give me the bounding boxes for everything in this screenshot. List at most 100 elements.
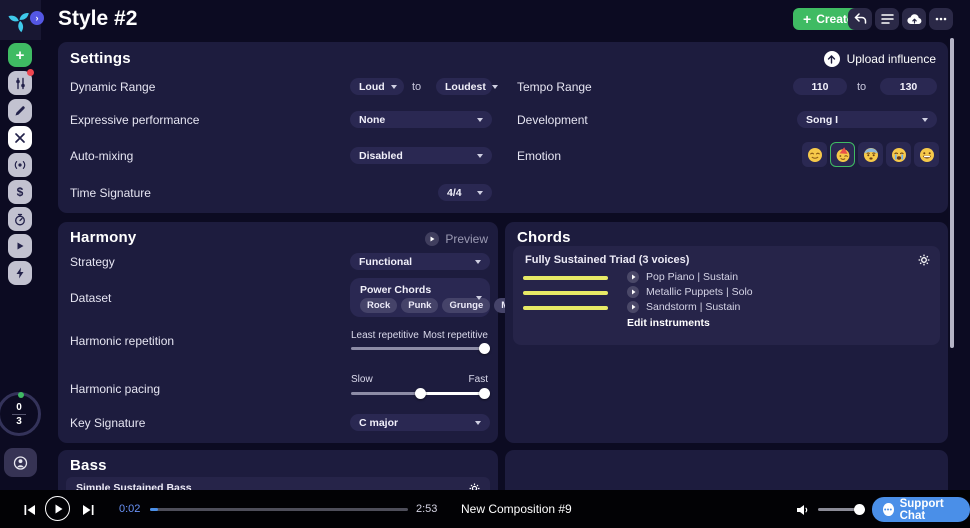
cloud-upload-icon <box>907 13 922 25</box>
previous-track-button[interactable] <box>24 503 36 521</box>
upload-button[interactable] <box>902 8 926 30</box>
profile-button[interactable] <box>4 448 37 477</box>
play-icon <box>55 504 63 514</box>
key-signature-label: Key Signature <box>70 416 145 430</box>
instrument-row: Pop Piano | Sustain <box>627 271 738 283</box>
time-signature-value: 4/4 <box>447 187 462 199</box>
volume-slider-handle[interactable] <box>854 504 865 515</box>
sidebar-item-pricing[interactable]: $ <box>8 180 32 204</box>
undo-button[interactable] <box>848 8 872 30</box>
seek-bar-progress <box>150 508 158 511</box>
harmony-preview-button[interactable]: Preview <box>425 232 488 246</box>
edit-instruments-link[interactable]: Edit instruments <box>627 317 710 329</box>
volume-button[interactable] <box>796 503 811 521</box>
dynamic-range-from-select[interactable]: Loud <box>350 78 404 95</box>
dataset-select[interactable]: Power Chords Rock Punk Grunge Metal <box>350 278 490 317</box>
support-chat-button[interactable]: Support Chat <box>872 497 970 522</box>
repetition-slider[interactable] <box>351 347 488 350</box>
emotion-option-grinning[interactable] <box>914 142 939 167</box>
dollar-icon: $ <box>17 186 24 198</box>
sidebar-item-create[interactable]: + <box>8 43 32 67</box>
volume-slider[interactable] <box>818 508 862 511</box>
emotion-option-anxious[interactable] <box>858 142 883 167</box>
instrument-name: Sandstorm | Sustain <box>646 301 740 313</box>
volume-icon <box>796 504 811 516</box>
play-button[interactable] <box>45 496 70 521</box>
instrument-play-icon[interactable] <box>627 286 639 298</box>
expressive-value: None <box>359 114 385 126</box>
tempo-range-label: Tempo Range <box>517 80 592 94</box>
development-select[interactable]: Song I <box>797 111 937 128</box>
time-signature-select[interactable]: 4/4 <box>438 184 492 201</box>
dataset-tag: Rock <box>360 298 397 313</box>
development-value: Song I <box>806 114 838 126</box>
preview-play-icon <box>425 232 439 246</box>
sidebar-item-quick-actions[interactable] <box>8 261 32 285</box>
expressive-select[interactable]: None <box>350 111 492 128</box>
emotion-option-crying[interactable] <box>886 142 911 167</box>
queue-button[interactable] <box>875 8 899 30</box>
seek-bar[interactable] <box>150 508 408 511</box>
credits-progress-ring: 0 3 <box>0 392 41 436</box>
chevron-down-icon <box>492 85 498 89</box>
flash-icon <box>15 267 25 279</box>
sidebar-item-styles[interactable] <box>8 126 32 150</box>
tempo-from-input[interactable]: 110 <box>793 78 847 95</box>
plus-icon: + <box>803 12 811 26</box>
skip-forward-icon <box>82 504 94 516</box>
sidebar-item-player[interactable] <box>8 234 32 258</box>
support-chat-label: Support Chat <box>900 498 959 522</box>
chevron-down-icon <box>477 154 483 158</box>
preview-label: Preview <box>445 232 488 246</box>
tempo-to-input[interactable]: 130 <box>880 78 937 95</box>
key-signature-select[interactable]: C major <box>350 414 490 431</box>
crying-face-emoji-icon <box>891 147 907 163</box>
relieved-face-emoji-icon <box>807 147 823 163</box>
pacing-slider-low-handle[interactable] <box>415 388 426 399</box>
sidebar: › + $ 0 3 <box>0 0 40 490</box>
scrollbar[interactable] <box>950 38 954 348</box>
repetition-slider-handle[interactable] <box>479 343 490 354</box>
repetition-max-label: Most repetitive <box>423 330 488 341</box>
anxious-face-emoji-icon <box>863 147 879 163</box>
chords-settings-button[interactable] <box>918 253 930 271</box>
chevron-down-icon <box>391 85 397 89</box>
list-icon <box>881 13 894 25</box>
auto-mixing-select[interactable]: Disabled <box>350 147 492 164</box>
tempo-to-word: to <box>857 81 866 93</box>
sidebar-item-edit[interactable] <box>8 99 32 123</box>
chevron-down-icon <box>477 191 483 195</box>
dataset-label: Dataset <box>70 291 111 305</box>
auto-mixing-value: Disabled <box>359 150 403 162</box>
sidebar-item-history[interactable] <box>8 207 32 231</box>
pacing-slider-high-handle[interactable] <box>479 388 490 399</box>
sidebar-item-broadcast[interactable] <box>8 153 32 177</box>
sidebar-item-compositions[interactable] <box>8 71 32 95</box>
sidebar-expand-button[interactable]: › <box>30 11 44 25</box>
dataset-tag: Grunge <box>442 298 490 313</box>
dynamic-range-to-select[interactable]: Loudest <box>436 78 492 95</box>
next-track-button[interactable] <box>82 503 94 521</box>
harmony-heading: Harmony <box>70 229 136 246</box>
credits-dot <box>18 392 24 398</box>
elapsed-time: 0:02 <box>119 503 140 515</box>
stopwatch-icon <box>14 213 26 226</box>
emotion-option-partying[interactable] <box>830 142 855 167</box>
development-label: Development <box>517 113 588 127</box>
app-window: › + $ 0 3 <box>0 0 970 528</box>
time-signature-label: Time Signature <box>70 186 151 200</box>
more-button[interactable] <box>929 8 953 30</box>
repetition-min-label: Least repetitive <box>351 330 419 341</box>
strategy-select[interactable]: Functional <box>350 253 490 270</box>
player-bar: 0:02 2:53 New Composition #9 Support Cha… <box>0 490 970 528</box>
pacing-slider[interactable] <box>351 392 488 395</box>
page-title: Style #2 <box>58 7 137 31</box>
instrument-play-icon[interactable] <box>627 301 639 313</box>
pacing-max-label: Fast <box>469 374 488 385</box>
gear-icon <box>918 254 930 266</box>
upload-influence-button[interactable]: Upload influence <box>824 51 936 67</box>
chevron-down-icon <box>475 421 481 425</box>
emotion-option-relieved[interactable] <box>802 142 827 167</box>
instrument-play-icon[interactable] <box>627 271 639 283</box>
harmonic-pacing-label: Harmonic pacing <box>70 382 160 396</box>
